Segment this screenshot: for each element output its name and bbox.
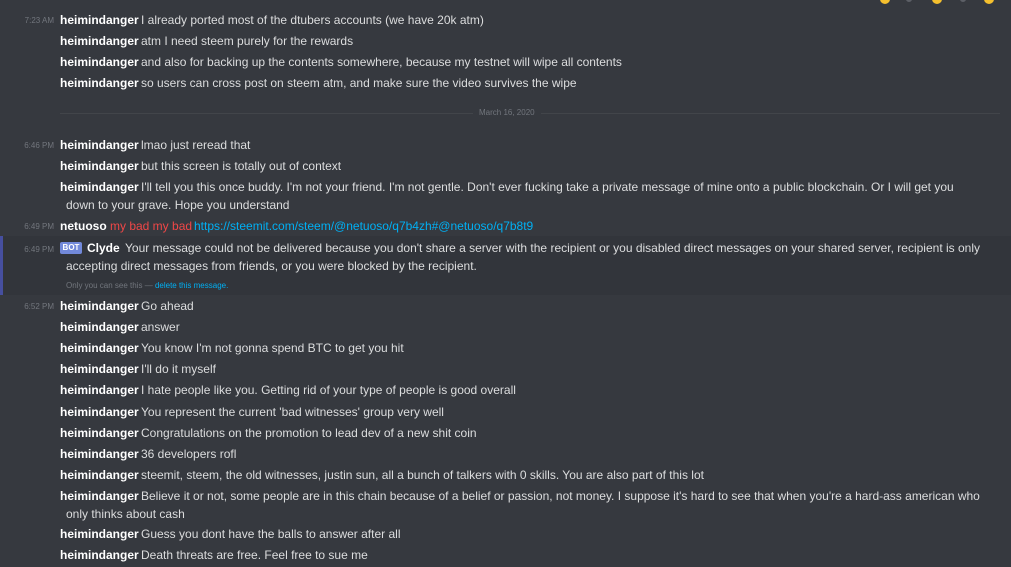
message-text: 36 developers rofl [141, 447, 237, 461]
message-author[interactable]: netuoso [60, 217, 107, 235]
timestamp: 7:23 AM [24, 16, 54, 25]
message-author[interactable]: heimindanger [60, 466, 139, 484]
message-text: You know I'm not gonna spend BTC to get … [141, 341, 404, 355]
reaction-strip[interactable] [880, 0, 1010, 6]
message-author[interactable]: heimindanger [60, 546, 139, 564]
message-author[interactable]: heimindanger [60, 403, 139, 421]
message-text: Congratulations on the promotion to lead… [141, 426, 477, 440]
timestamp: 6:52 PM [24, 302, 54, 311]
message-text: steemit, steem, the old witnesses, justi… [141, 468, 704, 482]
message-author[interactable]: heimindanger [60, 11, 139, 29]
message-author[interactable]: heimindanger [60, 53, 139, 71]
message-text: lmao just reread that [141, 138, 251, 152]
message-text-red: my bad my bad [110, 219, 193, 233]
message-author[interactable]: heimindanger [60, 74, 139, 92]
message-text: You represent the current 'bad witnesses… [141, 405, 444, 419]
message-text: I'll tell you this once buddy. I'm not y… [66, 180, 954, 212]
ephemeral-notice: Only you can see this — delete this mess… [66, 281, 228, 290]
message-author[interactable]: heimindanger [60, 297, 139, 315]
message-text: Go ahead [141, 299, 194, 313]
timestamp: 6:46 PM [24, 141, 54, 150]
message-text: but this screen is totally out of contex… [141, 159, 342, 173]
message-author[interactable]: heimindanger [60, 445, 139, 463]
chat-window: 7:23 AM heimindanger I already ported mo… [0, 0, 1011, 567]
emoji-icon[interactable] [960, 0, 966, 2]
message-text: I'll do it myself [141, 362, 216, 376]
message-text: Guess you dont have the balls to answer … [141, 527, 401, 541]
message-author[interactable]: heimindanger [60, 339, 139, 357]
message-author[interactable]: heimindanger [60, 360, 139, 378]
message-author[interactable]: heimindanger [60, 525, 139, 543]
message-text: so users can cross post on steem atm, an… [141, 76, 577, 90]
emoji-icon[interactable] [932, 0, 942, 4]
message-text: I hate people like you. Getting rid of y… [141, 383, 516, 397]
date-divider-label: March 16, 2020 [473, 108, 541, 117]
message-author[interactable]: heimindanger [60, 318, 139, 336]
message-text: atm I need steem purely for the rewards [141, 34, 354, 48]
message-author[interactable]: heimindanger [60, 136, 139, 154]
message-text: I already ported most of the dtubers acc… [141, 13, 484, 27]
delete-message-link[interactable]: delete this message. [155, 281, 228, 290]
message-author[interactable]: heimindanger [60, 32, 139, 50]
emoji-icon[interactable] [906, 0, 912, 2]
message-text: answer [141, 320, 180, 334]
emoji-icon[interactable] [984, 0, 994, 4]
timestamp: 6:49 PM [24, 245, 54, 254]
emoji-icon[interactable] [880, 0, 890, 4]
message-text: Your message could not be delivered beca… [66, 241, 980, 273]
message-author[interactable]: heimindanger [60, 157, 139, 175]
timestamp: 6:49 PM [24, 222, 54, 231]
message-link[interactable]: https://steemit.com/steem/@netuoso/q7b4z… [194, 217, 533, 235]
ephemeral-notice-text: Only you can see this — [66, 281, 155, 290]
message-author[interactable]: heimindanger [60, 381, 139, 399]
message-text: Death threats are free. Feel free to sue… [141, 548, 368, 562]
message-author[interactable]: heimindanger [60, 424, 139, 442]
message-text: Believe it or not, some people are in th… [66, 489, 980, 521]
message-text: and also for backing up the contents som… [141, 55, 622, 69]
